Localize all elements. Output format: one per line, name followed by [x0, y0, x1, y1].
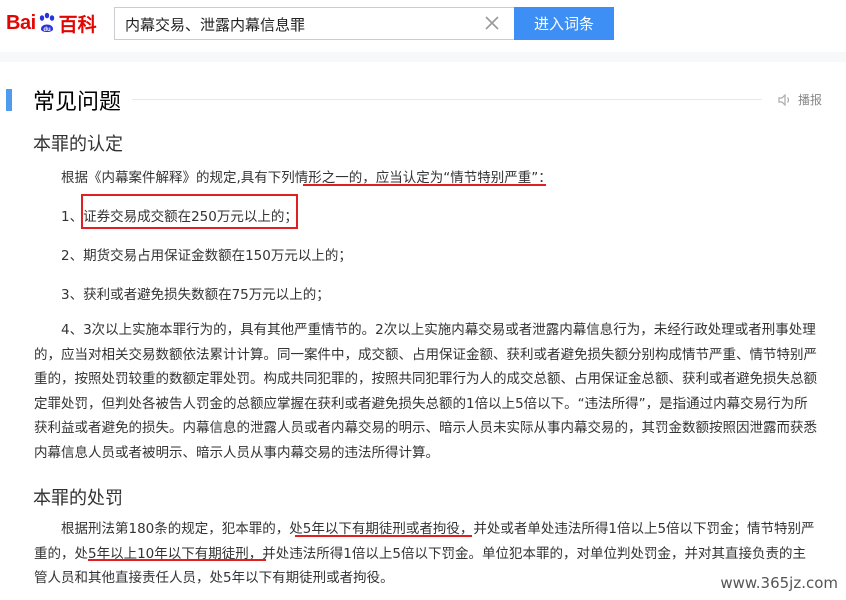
penalty-text: 根据刑法第180条的规定，犯本罪的，处5年以下有期徒刑或者拘役，并处或者单处违法… — [34, 521, 815, 586]
speak-button[interactable]: 播报 — [778, 91, 822, 108]
annotation-underline — [88, 559, 266, 561]
logo-baike: 百科 — [58, 13, 97, 36]
watermark: www.365jz.com — [720, 574, 838, 592]
baidu-baike-logo[interactable]: Bai du 百科 — [6, 6, 97, 40]
annotation-box — [81, 194, 298, 229]
enter-entry-button[interactable]: 进入词条 — [514, 7, 614, 40]
identification-intro: 根据《内幕案件解释》的规定,具有下列情形之一的，应当认定为“情节特别严重”： — [61, 170, 552, 186]
search-box — [114, 7, 514, 41]
paw-icon: du — [39, 12, 54, 33]
logo-bai: Bai — [6, 11, 36, 34]
criterion-item-2: 2、期货交易占用保证金数额在150万元以上的； — [61, 248, 352, 264]
penalty-heading: 本罪的处罚 — [33, 488, 123, 509]
annotation-underline — [303, 184, 546, 186]
search-input[interactable] — [123, 8, 487, 41]
top-bar: Bai du 百科 进入词条 — [0, 0, 846, 52]
section-accent-bar — [6, 89, 12, 111]
criterion-item-3: 3、获利或者避免损失数额在75万元以上的； — [61, 287, 330, 303]
logo-du: du — [43, 27, 51, 33]
speak-label: 播报 — [798, 93, 823, 107]
section-title: 常见问题 — [33, 90, 122, 115]
divider — [132, 99, 762, 100]
criterion-item-4: 4、3次以上实施本罪行为的，具有其他严重情节的。2次以上实施内幕交易或者泄露内幕… — [34, 322, 817, 461]
content-panel: 常见问题 播报 本罪的认定 根据《内幕案件解释》的规定,具有下列情形之一的，应当… — [0, 62, 846, 600]
identification-heading: 本罪的认定 — [33, 134, 123, 155]
close-icon[interactable] — [484, 15, 500, 31]
speaker-icon — [778, 93, 790, 106]
annotation-underline — [295, 535, 472, 537]
